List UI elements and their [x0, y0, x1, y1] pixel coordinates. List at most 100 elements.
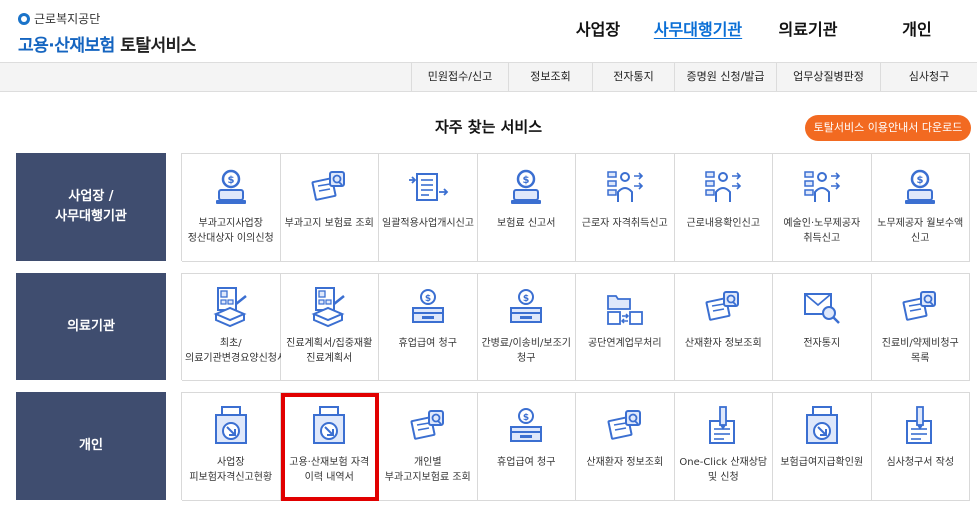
worker-list-icon — [604, 166, 646, 208]
gnb-item-1[interactable]: 사업장 — [559, 16, 637, 40]
service-tile[interactable]: 예술인·노무제공자 취득신고 — [773, 154, 872, 262]
service-tile[interactable]: 최초/의료기관변경요양신청서 — [182, 274, 287, 381]
subnav-item-3[interactable]: 전자통지 — [592, 63, 674, 91]
service-tile-label: 진료비/약제비청구 목록 — [881, 338, 959, 364]
svg-text:$: $ — [523, 175, 530, 186]
service-tile-label: 근로자 자격취득신고 — [581, 218, 668, 229]
service-tile[interactable]: 심사청구서 작성 — [871, 393, 970, 501]
document-search-icon — [407, 405, 449, 447]
service-row-1: 사업장 / 사무대행기관 $ 부과고지사업장 정산대상자 이의신청 부과고지 보험료 … — [16, 153, 971, 262]
service-tile[interactable]: 보험급여지급확인원 — [773, 393, 872, 501]
service-tile[interactable]: 산재환자 정보조회 — [674, 274, 773, 381]
download-box-icon — [210, 405, 252, 447]
main-navigation: 사업장 사무대행기관 의료기관 개인 — [559, 16, 977, 40]
svg-text:$: $ — [425, 294, 431, 304]
logo-title-part1: 고용·산재보험 — [18, 36, 115, 56]
service-tile-label: 노무제공자 월보수액 신고 — [877, 218, 964, 244]
service-tile-label: 간병료/이송비/보조기 청구 — [481, 338, 572, 364]
service-row-3: 개인사업장 피보험자격신고현황 고용·산재보험 자격 이력 내역서 개인별 부과고지… — [16, 392, 971, 501]
logo-title-part2: 토탈서비스 — [120, 36, 196, 56]
service-tile[interactable]: 전자통지 — [773, 274, 872, 381]
service-tile[interactable]: 개인별 부과고지보험료 조회 — [379, 393, 478, 501]
document-search-icon — [899, 286, 941, 328]
service-tile-label: 근로내용확인신고 — [686, 218, 761, 229]
subnav-item-5[interactable]: 업무상질병판정 — [776, 63, 880, 91]
logo-org-name: 근로복지공단 — [34, 12, 101, 26]
service-tile[interactable]: 공단연계업무처리 — [576, 274, 675, 381]
row-category-label: 의료기관 — [16, 273, 166, 380]
service-tile[interactable]: 부과고지 보험료 조회 — [280, 154, 379, 262]
service-tile-label: 보험급여지급확인원 — [780, 457, 864, 468]
service-tile[interactable]: $ 보험료 신고서 — [477, 154, 576, 262]
service-tile[interactable]: 진료계획서/집중재활 진료계획서 — [280, 274, 379, 381]
service-tile[interactable]: $ 휴업급여 청구 — [379, 274, 478, 381]
row-category-label: 사업장 / 사무대행기관 — [16, 153, 166, 261]
money-hand-icon: $ — [899, 166, 941, 208]
money-box-icon: $ — [505, 405, 547, 447]
service-tile[interactable]: 사업장 피보험자격신고현황 — [182, 393, 281, 501]
svg-text:$: $ — [523, 294, 529, 304]
mail-search-icon — [801, 286, 843, 328]
service-tile-label: 사업장 피보험자격신고현황 — [189, 457, 273, 483]
hospital-document-icon — [308, 286, 350, 328]
service-tile-label: 고용·산재보험 자격 이력 내역서 — [289, 457, 370, 483]
folder-exchange-icon — [604, 286, 646, 328]
hospital-document-icon — [210, 286, 252, 328]
download-box-icon — [801, 405, 843, 447]
service-tile-label: 예술인·노무제공자 취득신고 — [783, 218, 861, 244]
service-tile-label: 휴업급여 청구 — [497, 457, 556, 468]
logo-mark-icon — [18, 12, 30, 25]
service-tile[interactable]: 일괄적용사업개시신고 — [379, 154, 478, 262]
service-tile-label: 휴업급여 청구 — [398, 338, 457, 349]
document-search-icon — [702, 286, 744, 328]
service-tile-label: 부과고지 보험료 조회 — [284, 218, 374, 229]
worker-list-icon — [702, 166, 744, 208]
gnb-item-2[interactable]: 사무대행기관 — [637, 16, 759, 40]
service-tile[interactable]: 진료비/약제비청구 목록 — [871, 274, 970, 381]
service-tile[interactable]: $ 노무제공자 월보수액 신고 — [871, 154, 970, 262]
money-hand-icon: $ — [210, 166, 252, 208]
service-tile-label: 산재환자 정보조회 — [684, 338, 762, 349]
service-tile-label: 산재환자 정보조회 — [586, 457, 664, 468]
svg-text:$: $ — [917, 175, 924, 186]
worker-list-icon — [801, 166, 843, 208]
row-category-label: 개인 — [16, 392, 166, 500]
service-tile[interactable]: 근로내용확인신고 — [674, 154, 773, 262]
site-logo[interactable]: 근로복지공단 고용·산재보험 토탈서비스 — [18, 10, 196, 56]
money-box-icon: $ — [407, 286, 449, 328]
service-tile-label: 보험료 신고서 — [497, 218, 556, 229]
service-tile[interactable]: 고용·산재보험 자격 이력 내역서 — [280, 393, 379, 501]
subnav-item-4[interactable]: 증명원 신청/발급 — [674, 63, 776, 91]
service-tile-label: 개인별 부과고지보험료 조회 — [384, 457, 471, 483]
document-search-icon — [308, 166, 350, 208]
svg-text:$: $ — [227, 175, 234, 186]
pen-document-icon — [702, 405, 744, 447]
guide-download-button[interactable]: 토탈서비스 이용안내서 다운로드 — [805, 115, 971, 141]
money-hand-icon: $ — [505, 166, 547, 208]
service-tile-label: One-Click 산재상담 및 신청 — [679, 457, 768, 483]
header: 근로복지공단 고용·산재보험 토탈서비스 사업장 사무대행기관 의료기관 개인 — [0, 0, 977, 62]
sub-navigation: 민원접수/신고 정보조회 전자통지 증명원 신청/발급 업무상질병판정 심사청구 — [0, 62, 977, 92]
service-tile[interactable]: $ 휴업급여 청구 — [477, 393, 576, 501]
service-tile[interactable]: 산재환자 정보조회 — [576, 393, 675, 501]
service-tile-label: 공단연계업무처리 — [587, 338, 662, 349]
service-tile[interactable]: One-Click 산재상담 및 신청 — [674, 393, 773, 501]
service-tile[interactable]: 근로자 자격취득신고 — [576, 154, 675, 262]
subnav-item-2[interactable]: 정보조회 — [508, 63, 592, 91]
subnav-item-6[interactable]: 심사청구 — [880, 63, 977, 91]
service-tile-label: 부과고지사업장 정산대상자 이의신청 — [187, 218, 274, 244]
gnb-item-3[interactable]: 의료기관 — [759, 16, 857, 40]
subnav-item-1[interactable]: 민원접수/신고 — [411, 63, 508, 91]
pen-document-icon — [899, 405, 941, 447]
document-search-icon — [604, 405, 646, 447]
svg-text:$: $ — [523, 413, 529, 423]
service-tile-label: 최초/의료기관변경요양신청서 — [185, 338, 287, 364]
service-tile[interactable]: $ 부과고지사업장 정산대상자 이의신청 — [182, 154, 281, 262]
gnb-item-4[interactable]: 개인 — [857, 16, 977, 40]
service-tile-label: 심사청구서 작성 — [886, 457, 955, 468]
service-tile-label: 진료계획서/집중재활 진료계획서 — [286, 338, 373, 364]
service-tile[interactable]: $ 간병료/이송비/보조기 청구 — [477, 274, 576, 381]
service-tile-label: 전자통지 — [803, 338, 841, 349]
money-box-icon: $ — [505, 286, 547, 328]
document-transfer-icon — [407, 166, 449, 208]
